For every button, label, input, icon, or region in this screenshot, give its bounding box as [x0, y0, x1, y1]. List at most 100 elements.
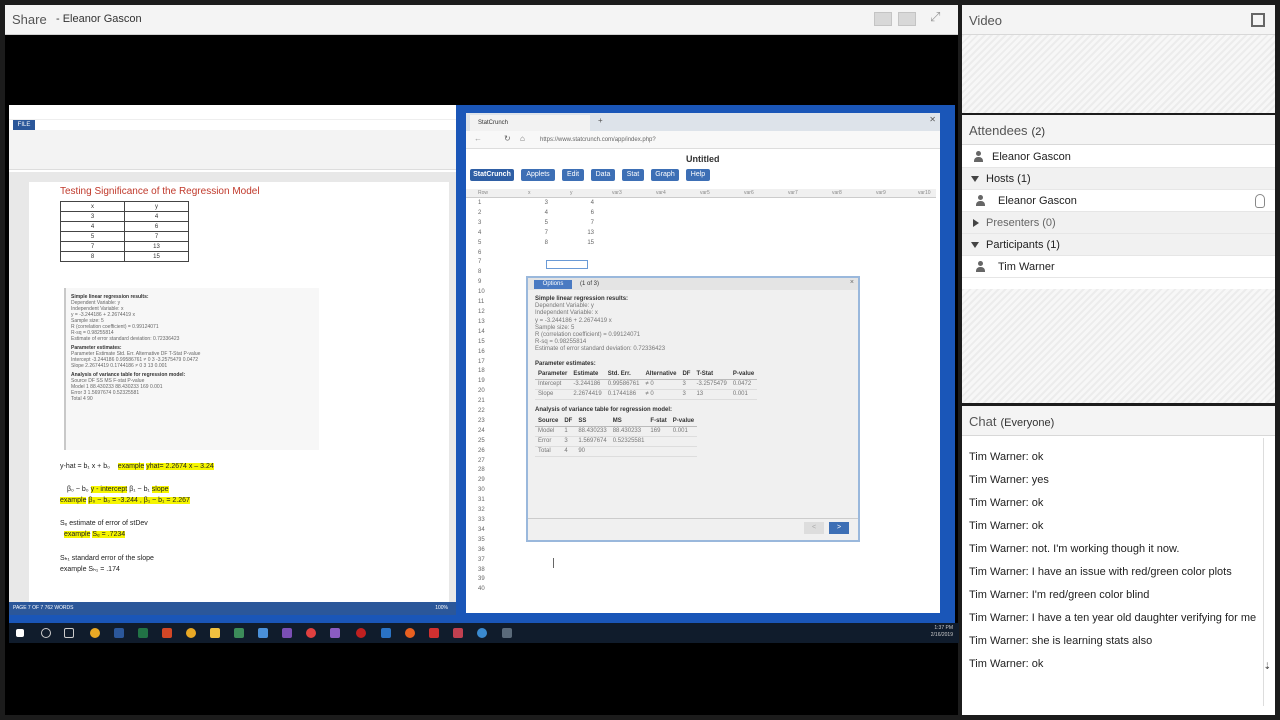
data-cell[interactable]: 5	[526, 219, 548, 229]
expand-icon[interactable]	[973, 219, 979, 227]
share-fullscreen-icon[interactable]: ⤢	[930, 9, 948, 24]
data-cell[interactable]: 8	[526, 239, 548, 249]
host-row[interactable]: Eleanor Gascon	[962, 190, 1275, 212]
onenote-icon[interactable]	[330, 628, 340, 638]
back-icon[interactable]: ←	[474, 134, 482, 143]
browser-close-icon[interactable]: ✕	[929, 115, 936, 124]
url-field[interactable]: https://www.statcrunch.com/app/index.php…	[540, 134, 790, 146]
fullscreen-icon[interactable]	[1251, 13, 1265, 27]
menu-applets-button[interactable]: Applets	[521, 169, 555, 181]
new-tab-icon[interactable]: +	[598, 116, 603, 125]
dialog-prev-button[interactable]: <	[804, 522, 824, 534]
participants-label: Participants (1)	[986, 239, 1060, 251]
shared-screen: FILE Testing Significance of the Regress…	[9, 105, 955, 643]
app-icon[interactable]	[356, 628, 366, 638]
word-status-text: PAGE 7 OF 7 762 WORDS	[13, 605, 74, 611]
menu-statcrunch-button[interactable]: StatCrunch	[470, 169, 514, 181]
acrobat-icon[interactable]	[429, 628, 439, 638]
doc-note-text: Sₑ = .7234	[92, 531, 126, 538]
column-header[interactable]: var3	[612, 190, 622, 196]
dialog-footer: < >	[528, 518, 858, 540]
doc-note-text: yhat= 2.2674 x – 3.24	[146, 463, 214, 470]
word-file-tab[interactable]: FILE	[13, 120, 35, 130]
home-icon[interactable]: ⌂	[520, 134, 525, 143]
app-icon[interactable]	[234, 628, 244, 638]
app-icon[interactable]	[502, 628, 512, 638]
chat-message: Tim Warner: ok	[969, 450, 1261, 464]
data-cell[interactable]: 4	[572, 199, 594, 209]
menu-data-button[interactable]: Data	[591, 169, 615, 181]
file-explorer-icon[interactable]	[210, 628, 220, 638]
column-header[interactable]: var5	[700, 190, 710, 196]
word-zoom-level[interactable]: 100%	[435, 605, 448, 611]
app-icon[interactable]	[453, 628, 463, 638]
data-cell[interactable]: 6	[572, 209, 594, 219]
row-number: 1	[478, 200, 482, 206]
column-header[interactable]: var9	[876, 190, 886, 196]
share-view-icon[interactable]	[898, 12, 916, 26]
scroll-down-icon[interactable]: ⇣	[1263, 661, 1271, 672]
app-icon[interactable]	[477, 628, 487, 638]
participants-section[interactable]: Participants (1)	[962, 234, 1275, 256]
hosts-section[interactable]: Hosts (1)	[962, 168, 1275, 190]
powerpoint-icon[interactable]	[162, 628, 172, 638]
share-size-icon[interactable]	[874, 12, 892, 26]
chat-pod-header: Chat (Everyone)	[962, 406, 1275, 436]
browser-tab[interactable]: StatCrunch	[470, 115, 590, 131]
column-header[interactable]: Row	[478, 190, 488, 196]
column-header[interactable]: var10	[918, 190, 931, 196]
word-icon[interactable]	[114, 628, 124, 638]
excel-icon[interactable]	[138, 628, 148, 638]
dialog-close-icon[interactable]: ×	[850, 279, 854, 286]
data-cell[interactable]: 7	[526, 229, 548, 239]
data-cell[interactable]: 15	[572, 239, 594, 249]
column-header[interactable]: var4	[656, 190, 666, 196]
edge-icon[interactable]	[381, 628, 391, 638]
parameter-row-header: Parameter Estimate Std. Err. Alternative DF T…	[535, 369, 758, 381]
collapse-icon[interactable]	[971, 176, 979, 182]
selected-cell[interactable]	[546, 260, 588, 269]
doc-note-highlight: example	[64, 531, 91, 538]
windows-start-icon[interactable]	[16, 629, 24, 637]
menu-graph-button[interactable]: Graph	[651, 169, 679, 181]
doc-note-text: β₀ ~ b₀ = -3.244 , β₁ ~ b₁ = 2.267	[88, 497, 190, 504]
data-cell[interactable]: 4	[526, 209, 548, 219]
chrome-icon[interactable]	[90, 628, 100, 638]
data-cell[interactable]: 3	[526, 199, 548, 209]
app-icon[interactable]	[258, 628, 268, 638]
attendees-label: Attendees	[969, 123, 1028, 138]
presenters-section[interactable]: Presenters (0)	[962, 212, 1275, 234]
chat-message: Tim Warner: I have an issue with red/gre…	[969, 565, 1261, 579]
app-icon[interactable]	[282, 628, 292, 638]
column-header[interactable]: var7	[788, 190, 798, 196]
firefox-icon[interactable]	[405, 628, 415, 638]
video-pod-header: Video	[962, 5, 1275, 35]
column-header[interactable]: var8	[832, 190, 842, 196]
app-icon[interactable]	[186, 628, 196, 638]
current-user-row[interactable]: Eleanor Gascon	[962, 146, 1275, 168]
row-number: 6	[478, 249, 482, 256]
row-number: 16	[478, 348, 485, 355]
menu-stat-button[interactable]: Stat	[622, 169, 644, 181]
column-header[interactable]: y	[570, 190, 573, 196]
row-number: 28	[478, 467, 485, 474]
participant-row[interactable]: Tim Warner	[962, 256, 1275, 278]
table-cell: 0.52325581	[609, 436, 648, 448]
column-header[interactable]: x	[528, 190, 531, 196]
regression-results-dialog: Options (1 of 3) × Simple linear regress…	[526, 276, 860, 542]
collapse-icon[interactable]	[971, 242, 979, 248]
search-icon[interactable]	[41, 628, 51, 638]
app-icon[interactable]	[306, 628, 316, 638]
share-pod-header: Share - Eleanor Gascon ⤢	[5, 5, 958, 35]
chat-text: I'm red/green color blind	[1031, 589, 1150, 601]
task-view-icon[interactable]	[64, 628, 74, 638]
data-cell[interactable]: 7	[572, 219, 594, 229]
menu-help-button[interactable]: Help	[686, 169, 710, 181]
dialog-next-button[interactable]: >	[829, 522, 849, 534]
column-header[interactable]: var6	[744, 190, 754, 196]
dialog-options-button[interactable]: Options	[534, 280, 572, 289]
menu-edit-button[interactable]: Edit	[562, 169, 584, 181]
chat-scope: (Everyone)	[1000, 417, 1055, 429]
reload-icon[interactable]: ↻	[504, 134, 511, 143]
data-cell[interactable]: 13	[572, 229, 594, 239]
